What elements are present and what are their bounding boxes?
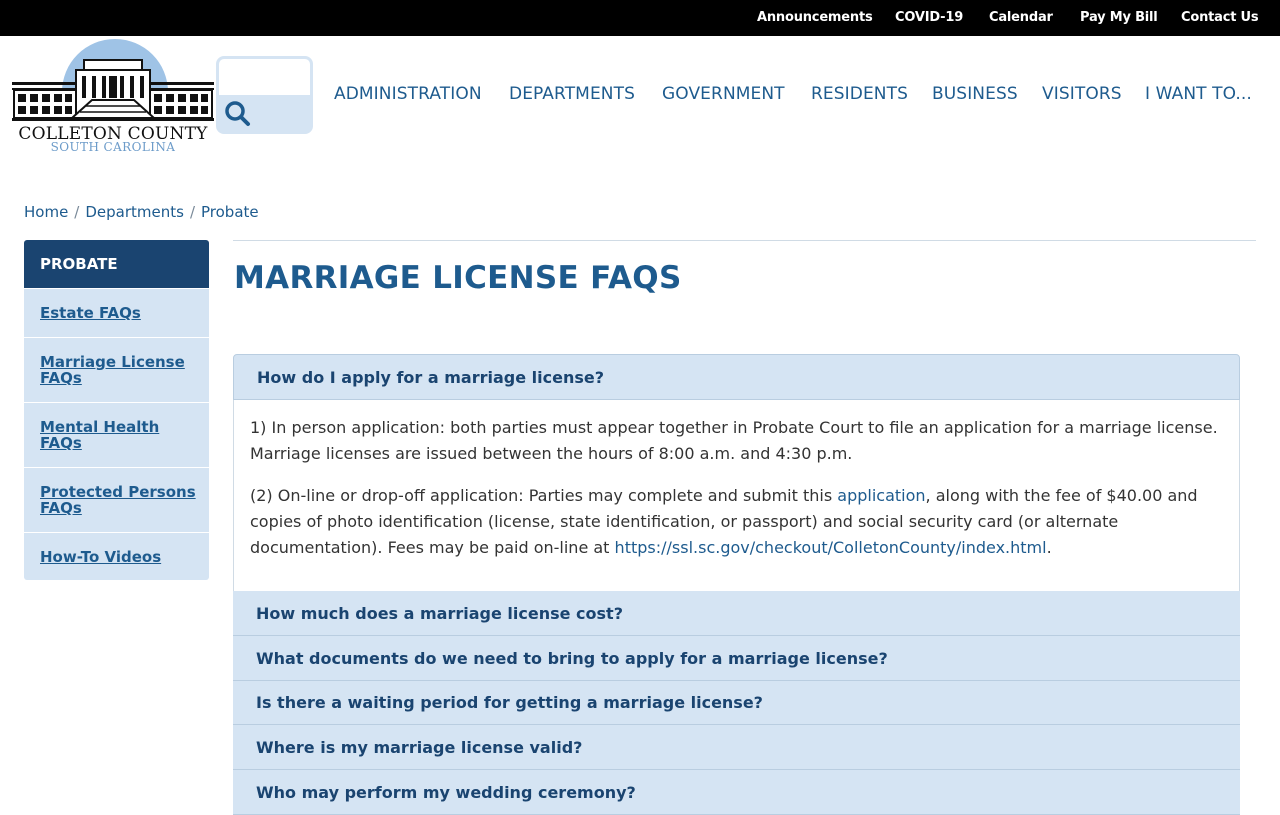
- faq-question-documents[interactable]: What documents do we need to bring to ap…: [233, 636, 1240, 681]
- faq-question-officiant[interactable]: Who may perform my wedding ceremony?: [233, 770, 1240, 815]
- calendar-link[interactable]: Calendar: [989, 10, 1053, 25]
- application-link[interactable]: application: [837, 486, 925, 505]
- content-divider: [233, 240, 1256, 241]
- nav-administration[interactable]: ADMINISTRATION: [334, 84, 482, 104]
- sidebar: PROBATE Estate FAQs Marriage License FAQ…: [24, 240, 209, 580]
- search-panel: [216, 56, 313, 134]
- breadcrumb: Home / Departments / Probate: [24, 203, 259, 221]
- nav-residents[interactable]: RESIDENTS: [811, 84, 908, 104]
- faq-answer-apply: 1) In person application: both parties m…: [233, 400, 1240, 591]
- nav-government[interactable]: GOVERNMENT: [662, 84, 785, 104]
- faq-question-cost[interactable]: How much does a marriage license cost?: [233, 591, 1240, 636]
- announcements-link[interactable]: Announcements: [757, 10, 873, 25]
- sidebar-item-protected-persons-faqs[interactable]: Protected Persons FAQs: [24, 467, 209, 532]
- nav-business[interactable]: BUSINESS: [932, 84, 1018, 104]
- utility-bar: Announcements COVID-19 Calendar Pay My B…: [0, 0, 1280, 36]
- faq-question-waiting-period[interactable]: Is there a waiting period for getting a …: [233, 681, 1240, 725]
- pay-my-bill-link[interactable]: Pay My Bill: [1080, 10, 1158, 25]
- breadcrumb-probate[interactable]: Probate: [201, 203, 259, 221]
- sidebar-item-marriage-license-faqs[interactable]: Marriage License FAQs: [24, 337, 209, 402]
- breadcrumb-departments[interactable]: Departments: [85, 203, 184, 221]
- faq-question-apply[interactable]: How do I apply for a marriage license?: [233, 354, 1240, 400]
- nav-visitors[interactable]: VISITORS: [1042, 84, 1122, 104]
- sidebar-item-mental-health-faqs[interactable]: Mental Health FAQs: [24, 402, 209, 467]
- covid-19-link[interactable]: COVID-19: [895, 10, 963, 25]
- sidebar-heading[interactable]: PROBATE: [24, 240, 209, 288]
- page-title: MARRIAGE LICENSE FAQS: [234, 260, 682, 296]
- breadcrumb-home[interactable]: Home: [24, 203, 68, 221]
- faq-answer-paragraph-2: (2) On-line or drop-off application: Par…: [250, 486, 1198, 557]
- contact-us-link[interactable]: Contact Us: [1181, 10, 1259, 25]
- faq-question-valid[interactable]: Where is my marriage license valid?: [233, 725, 1240, 770]
- faq-answer-paragraph-1: 1) In person application: both parties m…: [250, 418, 1218, 463]
- breadcrumb-separator: /: [189, 203, 196, 221]
- payment-url-link[interactable]: https://ssl.sc.gov/checkout/ColletonCoun…: [615, 538, 1047, 557]
- logo-state-name: SOUTH CAROLINA: [50, 140, 176, 154]
- sidebar-item-how-to-videos[interactable]: How-To Videos: [24, 532, 209, 580]
- nav-i-want-to[interactable]: I WANT TO...: [1145, 84, 1252, 104]
- sidebar-item-estate-faqs[interactable]: Estate FAQs: [24, 288, 209, 337]
- faq-accordion: How do I apply for a marriage license? 1…: [233, 354, 1240, 815]
- search-input[interactable]: [219, 59, 310, 95]
- breadcrumb-separator: /: [74, 203, 80, 221]
- county-logo[interactable]: COLLETON COUNTY SOUTH CAROLINA: [10, 36, 216, 158]
- search-button[interactable]: [222, 98, 252, 128]
- search-icon: [225, 101, 250, 126]
- nav-departments[interactable]: DEPARTMENTS: [509, 84, 635, 104]
